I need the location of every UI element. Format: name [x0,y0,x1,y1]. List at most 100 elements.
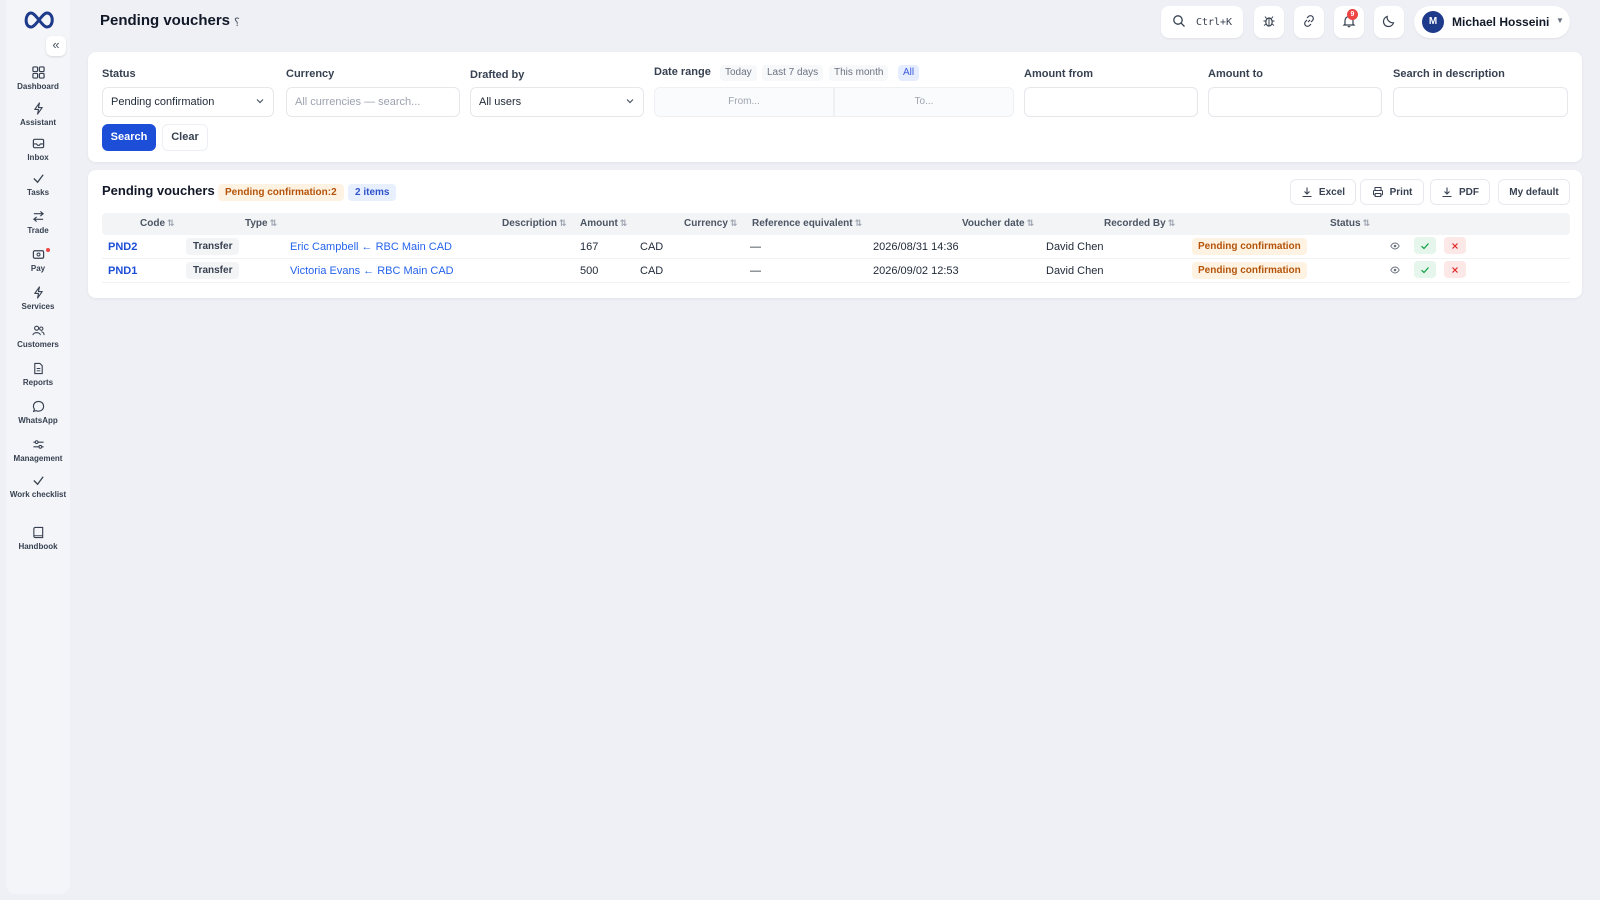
column-header-code[interactable]: Code ⇅ [140,218,175,229]
pdf-label: PDF [1459,186,1479,198]
description-search-input[interactable] [1393,87,1568,117]
date-chip-all[interactable]: All [898,65,920,81]
help-icon[interactable]: ؟ [234,16,240,29]
user-menu[interactable]: M Michael Hosseini ▼ [1414,6,1570,38]
date-from-input[interactable]: From... [654,87,834,117]
notifications-button[interactable]: 9 [1334,6,1364,38]
voucher-date-cell: 2026/09/02 12:53 [873,265,959,277]
reference-cell: — [750,265,761,277]
date-chip-last-7-days[interactable]: Last 7 days [762,65,824,81]
column-header-amount[interactable]: Amount ⇅ [580,218,627,229]
sliders-icon [6,438,70,452]
theme-toggle-button[interactable] [1374,6,1404,38]
column-header-type[interactable]: Type ⇅ [245,218,277,229]
sidebar: « Dashboard Assistant Inbox Tasks Trade … [6,0,70,894]
notification-count-badge: 9 [1347,9,1358,20]
drafted-by-value: All users [479,96,522,108]
status-select[interactable]: Pending confirmation [102,87,274,117]
sort-icon: ⇅ [619,218,628,228]
column-header-recorded-by[interactable]: Recorded By ⇅ [1104,218,1175,229]
download-icon [1302,187,1312,198]
excel-label: Excel [1318,186,1346,198]
link-button[interactable] [1294,6,1324,38]
description-link[interactable]: Victoria Evans ← RBC Main CAD [290,265,454,277]
currency-search-input[interactable]: All currencies — search... [286,87,460,117]
column-header-description[interactable]: Description ⇅ [502,218,567,229]
currency-filter-label: Currency [286,68,335,80]
column-header-currency[interactable]: Currency ⇅ [684,218,737,229]
date-to-input[interactable]: To... [834,87,1014,117]
sidebar-item-label: Trade [27,226,49,235]
description-link[interactable]: Eric Campbell ← RBC Main CAD [290,241,452,253]
amount-from-input[interactable] [1024,87,1198,117]
user-name: Michael Hosseini [1452,15,1550,29]
sidebar-item-handbook[interactable]: Handbook [6,526,70,551]
printer-icon [1372,187,1383,197]
item-count-badge: 2 items [348,184,397,201]
amount-from-label: Amount from [1024,68,1094,80]
search-icon [1172,14,1186,31]
status-filter-label: Status [102,68,136,80]
approve-button[interactable] [1414,237,1436,254]
chevron-down-icon [256,99,264,104]
search-button[interactable]: Search [102,124,156,151]
sidebar-collapse-button[interactable]: « [46,36,66,56]
sidebar-item-customers[interactable]: Customers [6,324,70,349]
my-default-button[interactable]: My default [1498,179,1570,205]
voucher-code-link[interactable]: PND2 [108,241,137,253]
sidebar-item-trade[interactable]: Trade [6,210,70,235]
voucher-code-link[interactable]: PND1 [108,265,137,277]
sidebar-item-reports[interactable]: Reports [6,362,70,387]
column-header-status[interactable]: Status ⇅ [1330,218,1370,229]
export-pdf-button[interactable]: PDF [1430,179,1490,205]
link-icon [1302,14,1316,31]
print-button[interactable]: Print [1360,179,1424,205]
column-header-voucher-date[interactable]: Voucher date ⇅ [962,218,1034,229]
drafted-by-select[interactable]: All users [470,87,644,117]
status-badge: Pending confirmation [1192,238,1307,255]
table-row[interactable]: PND1 Transfer Victoria Evans ← RBC Main … [102,259,1570,283]
sidebar-item-whatsapp[interactable]: WhatsApp [6,400,70,425]
bolt-icon [6,286,70,300]
reference-cell: — [750,241,761,253]
status-badge: Pending confirmation [1192,262,1307,279]
results-title: Pending vouchers [102,183,215,198]
date-chip-today[interactable]: Today [720,65,757,81]
amount-cell: 500 [580,265,599,277]
sort-icon: ⇅ [729,218,738,228]
date-from-placeholder: From... [728,96,760,107]
global-search-button[interactable]: Ctrl+K [1161,6,1243,38]
column-header-reference-equivalent[interactable]: Reference equivalent ⇅ [752,218,862,229]
date-chip-this-month[interactable]: This month [829,65,889,81]
export-excel-button[interactable]: Excel [1290,179,1356,205]
sort-icon: ⇅ [1362,218,1371,228]
sidebar-item-tasks[interactable]: Tasks [6,172,70,197]
sidebar-item-assistant[interactable]: Assistant [6,102,70,127]
sidebar-item-pay[interactable]: Pay [6,248,70,273]
amount-to-input[interactable] [1208,87,1382,117]
sidebar-item-work-checklist[interactable]: Work checklist [6,474,70,499]
sidebar-item-management[interactable]: Management [6,438,70,463]
filter-panel: Status Pending confirmation Currency All… [88,52,1582,162]
eye-icon [1390,266,1400,273]
clear-button[interactable]: Clear [162,124,208,151]
swap-icon [6,210,70,224]
currency-cell: CAD [640,241,664,253]
table-row[interactable]: PND2 Transfer Eric Campbell ← RBC Main C… [102,235,1570,259]
amount-to-label: Amount to [1208,68,1263,80]
reject-button[interactable] [1444,237,1466,254]
sidebar-item-inbox[interactable]: Inbox [6,137,70,162]
approve-button[interactable] [1414,261,1436,278]
chat-icon [6,400,70,414]
debug-button[interactable] [1254,6,1284,38]
date-range-label: Date range [654,66,711,78]
sidebar-item-services[interactable]: Services [6,286,70,311]
app-logo[interactable] [22,10,56,30]
currency-placeholder: All currencies — search... [295,96,421,108]
view-button[interactable] [1384,261,1406,278]
reject-button[interactable] [1444,261,1466,278]
sidebar-item-dashboard[interactable]: Dashboard [6,66,70,91]
view-button[interactable] [1384,237,1406,254]
table-header: Code ⇅ Type ⇅ Description ⇅ Amount ⇅ Currenc… [102,213,1570,235]
sort-icon: ⇅ [1167,218,1176,228]
